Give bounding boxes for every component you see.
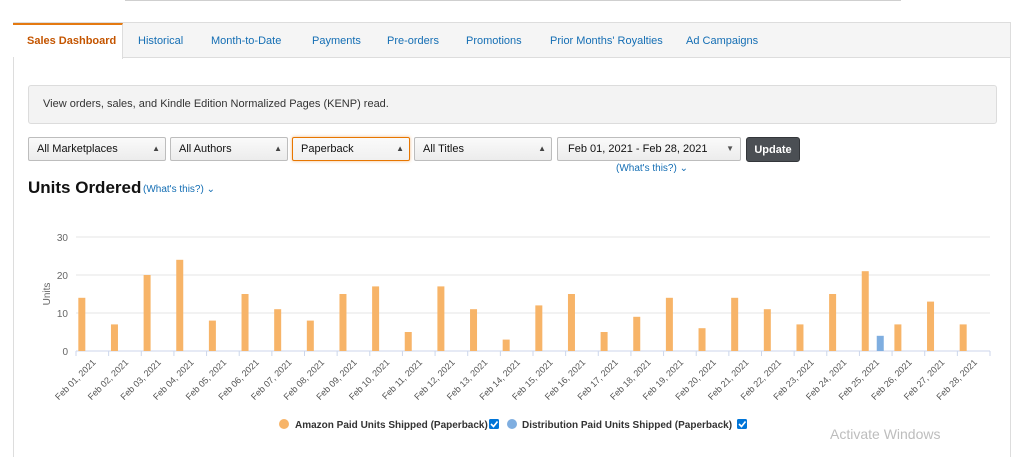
bar-amazon [763,309,771,351]
bar-amazon [535,305,543,351]
bar-amazon [437,286,445,351]
legend-swatch [279,419,289,429]
bar-amazon [502,339,510,351]
y-axis-label: Units [42,283,53,306]
bar-amazon [470,309,478,351]
units-ordered-chart: 0102030UnitsFeb 01, 2021Feb 02, 2021Feb … [42,233,991,431]
legend-swatch [507,419,517,429]
bar-amazon [241,294,249,351]
legend-checkbox[interactable] [737,419,747,429]
bar-distribution [876,335,884,351]
legend-label: Distribution Paid Units Shipped (Paperba… [522,420,732,431]
bar-amazon [600,332,608,351]
bar-amazon [404,332,412,351]
bar-amazon [731,297,739,351]
y-tick-label: 0 [62,347,68,358]
bar-amazon [176,259,184,351]
bar-amazon [796,324,804,351]
bar-amazon [567,294,575,351]
bar-amazon [861,271,869,351]
bar-amazon [110,324,118,351]
bar-amazon [698,328,706,351]
bar-amazon [339,294,347,351]
bar-amazon [633,316,641,351]
bar-amazon [306,320,314,351]
activate-windows-watermark: Activate Windows [830,426,941,442]
bar-amazon [894,324,902,351]
bar-amazon [274,309,282,351]
y-tick-label: 30 [57,233,69,244]
bar-amazon [829,294,837,351]
legend-checkbox[interactable] [489,419,499,429]
bar-amazon [927,301,935,351]
y-tick-label: 10 [57,309,69,320]
bar-amazon [78,297,86,351]
bar-amazon [143,275,151,351]
bar-amazon [665,297,673,351]
bar-amazon [208,320,216,351]
legend-label: Amazon Paid Units Shipped (Paperback) [295,420,488,431]
bar-amazon [959,324,967,351]
y-tick-label: 20 [57,271,69,282]
bar-amazon [372,286,380,351]
